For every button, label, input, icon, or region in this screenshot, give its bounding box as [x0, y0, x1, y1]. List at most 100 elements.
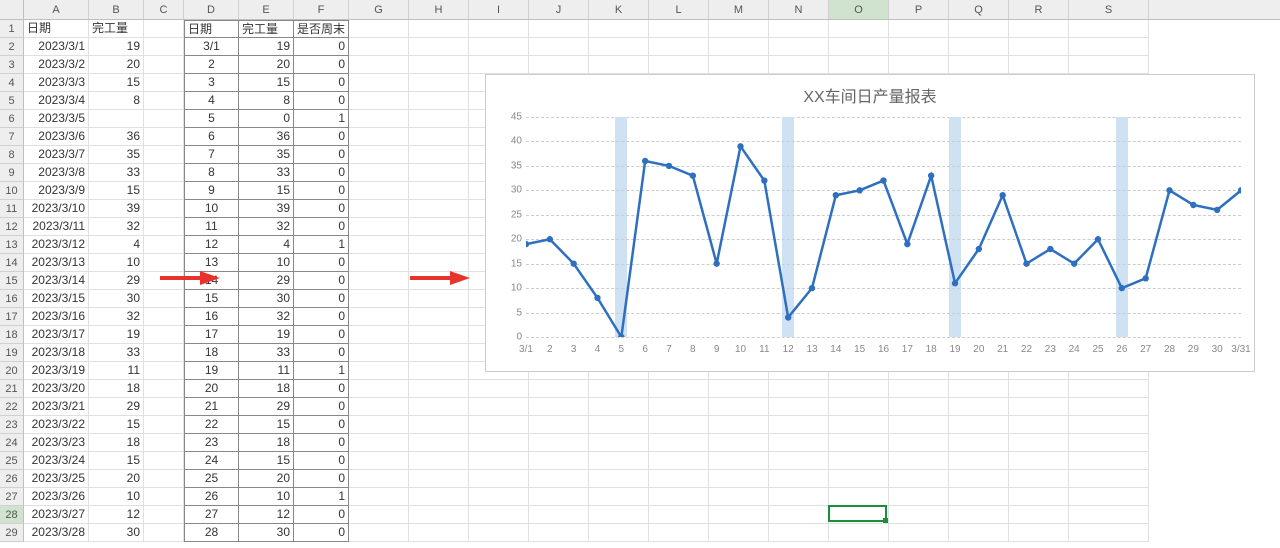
cell-L23[interactable]	[649, 416, 709, 434]
cell-S21[interactable]	[1069, 380, 1149, 398]
cell-A29[interactable]: 2023/3/28	[24, 524, 89, 542]
cell-H5[interactable]	[409, 92, 469, 110]
cell-A25[interactable]: 2023/3/24	[24, 452, 89, 470]
cell-D6[interactable]: 5	[184, 110, 239, 128]
cell-A12[interactable]: 2023/3/11	[24, 218, 89, 236]
cell-J23[interactable]	[529, 416, 589, 434]
cell-E11[interactable]: 39	[239, 200, 294, 218]
cell-F11[interactable]: 0	[294, 200, 349, 218]
row-header-9[interactable]: 9	[0, 164, 24, 182]
column-header-L[interactable]: L	[649, 0, 709, 19]
cell-S26[interactable]	[1069, 470, 1149, 488]
cell-E18[interactable]: 19	[239, 326, 294, 344]
cell-G1[interactable]	[349, 20, 409, 38]
cell-I28[interactable]	[469, 506, 529, 524]
cell-B12[interactable]: 32	[89, 218, 144, 236]
cell-I2[interactable]	[469, 38, 529, 56]
cell-L21[interactable]	[649, 380, 709, 398]
cell-E9[interactable]: 33	[239, 164, 294, 182]
cell-A23[interactable]: 2023/3/22	[24, 416, 89, 434]
cell-Q22[interactable]	[949, 398, 1009, 416]
cell-Q3[interactable]	[949, 56, 1009, 74]
cell-Q21[interactable]	[949, 380, 1009, 398]
row-header-12[interactable]: 12	[0, 218, 24, 236]
cell-A1[interactable]: 日期	[24, 20, 89, 38]
cell-R29[interactable]	[1009, 524, 1069, 542]
cell-G6[interactable]	[349, 110, 409, 128]
cell-A28[interactable]: 2023/3/27	[24, 506, 89, 524]
cell-C21[interactable]	[144, 380, 184, 398]
cell-E8[interactable]: 35	[239, 146, 294, 164]
column-header-E[interactable]: E	[239, 0, 294, 19]
cell-C16[interactable]	[144, 290, 184, 308]
cell-D29[interactable]: 28	[184, 524, 239, 542]
cell-D7[interactable]: 6	[184, 128, 239, 146]
cell-B19[interactable]: 33	[89, 344, 144, 362]
cell-C7[interactable]	[144, 128, 184, 146]
cell-A5[interactable]: 2023/3/4	[24, 92, 89, 110]
row-header-25[interactable]: 25	[0, 452, 24, 470]
cell-L27[interactable]	[649, 488, 709, 506]
cell-I22[interactable]	[469, 398, 529, 416]
cell-I21[interactable]	[469, 380, 529, 398]
cell-H20[interactable]	[409, 362, 469, 380]
row-header-26[interactable]: 26	[0, 470, 24, 488]
cell-S1[interactable]	[1069, 20, 1149, 38]
cell-G17[interactable]	[349, 308, 409, 326]
row-header-23[interactable]: 23	[0, 416, 24, 434]
cell-G14[interactable]	[349, 254, 409, 272]
cell-B4[interactable]: 15	[89, 74, 144, 92]
cell-E3[interactable]: 20	[239, 56, 294, 74]
cell-C28[interactable]	[144, 506, 184, 524]
cell-L24[interactable]	[649, 434, 709, 452]
cell-R21[interactable]	[1009, 380, 1069, 398]
cell-O3[interactable]	[829, 56, 889, 74]
cell-E13[interactable]: 4	[239, 236, 294, 254]
cell-A7[interactable]: 2023/3/6	[24, 128, 89, 146]
cell-N24[interactable]	[769, 434, 829, 452]
cell-G2[interactable]	[349, 38, 409, 56]
cell-J2[interactable]	[529, 38, 589, 56]
row-header-17[interactable]: 17	[0, 308, 24, 326]
cell-B23[interactable]: 15	[89, 416, 144, 434]
cell-J28[interactable]	[529, 506, 589, 524]
cell-G11[interactable]	[349, 200, 409, 218]
cell-E5[interactable]: 8	[239, 92, 294, 110]
cell-M29[interactable]	[709, 524, 769, 542]
cell-B29[interactable]: 30	[89, 524, 144, 542]
column-header-R[interactable]: R	[1009, 0, 1069, 19]
cell-D5[interactable]: 4	[184, 92, 239, 110]
cell-H3[interactable]	[409, 56, 469, 74]
cell-H2[interactable]	[409, 38, 469, 56]
row-header-24[interactable]: 24	[0, 434, 24, 452]
cell-F6[interactable]: 1	[294, 110, 349, 128]
row-header-2[interactable]: 2	[0, 38, 24, 56]
cell-F3[interactable]: 0	[294, 56, 349, 74]
cell-M2[interactable]	[709, 38, 769, 56]
cell-D25[interactable]: 24	[184, 452, 239, 470]
cell-H10[interactable]	[409, 182, 469, 200]
cell-E10[interactable]: 15	[239, 182, 294, 200]
cell-H8[interactable]	[409, 146, 469, 164]
row-header-11[interactable]: 11	[0, 200, 24, 218]
cell-G15[interactable]	[349, 272, 409, 290]
cell-I25[interactable]	[469, 452, 529, 470]
cell-I1[interactable]	[469, 20, 529, 38]
cell-A18[interactable]: 2023/3/17	[24, 326, 89, 344]
cell-L2[interactable]	[649, 38, 709, 56]
row-header-13[interactable]: 13	[0, 236, 24, 254]
cell-Q1[interactable]	[949, 20, 1009, 38]
cell-S25[interactable]	[1069, 452, 1149, 470]
cell-G16[interactable]	[349, 290, 409, 308]
cell-J22[interactable]	[529, 398, 589, 416]
column-header-K[interactable]: K	[589, 0, 649, 19]
cell-H23[interactable]	[409, 416, 469, 434]
cell-P23[interactable]	[889, 416, 949, 434]
cell-A24[interactable]: 2023/3/23	[24, 434, 89, 452]
cell-D26[interactable]: 25	[184, 470, 239, 488]
cell-R1[interactable]	[1009, 20, 1069, 38]
cell-O28[interactable]	[829, 506, 889, 524]
cell-S28[interactable]	[1069, 506, 1149, 524]
column-header-F[interactable]: F	[294, 0, 349, 19]
cell-G13[interactable]	[349, 236, 409, 254]
